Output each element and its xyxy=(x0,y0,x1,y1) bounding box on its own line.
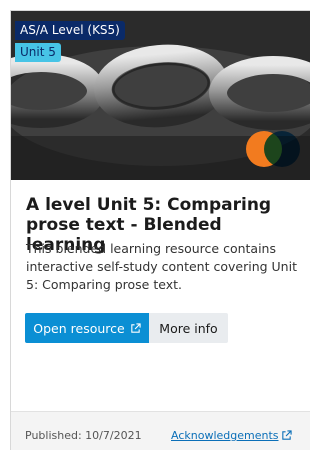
resource-card: AS/A Level (KS5) Unit 5 A level Unit 5: … xyxy=(10,10,310,450)
resource-description: This blended learning resource contains … xyxy=(26,241,297,292)
acknowledgements-link[interactable]: Acknowledgements xyxy=(171,429,292,442)
brand-logo xyxy=(246,131,308,167)
acknowledgements-label: Acknowledgements xyxy=(171,429,279,442)
card-footer: Published: 10/7/2021 Acknowledgements xyxy=(11,411,310,450)
published-date: Published: 10/7/2021 xyxy=(25,429,142,442)
more-info-label: More info xyxy=(159,320,218,336)
external-link-icon xyxy=(131,322,141,333)
unit-tag: Unit 5 xyxy=(15,43,61,62)
open-resource-button[interactable]: Open resource xyxy=(25,313,149,343)
level-tag: AS/A Level (KS5) xyxy=(15,21,125,40)
external-link-icon xyxy=(281,430,292,440)
hero-image: AS/A Level (KS5) Unit 5 xyxy=(11,11,310,180)
open-resource-label: Open resource xyxy=(33,320,125,336)
more-info-button[interactable]: More info xyxy=(149,313,228,343)
logo-blue-circle xyxy=(264,131,300,167)
